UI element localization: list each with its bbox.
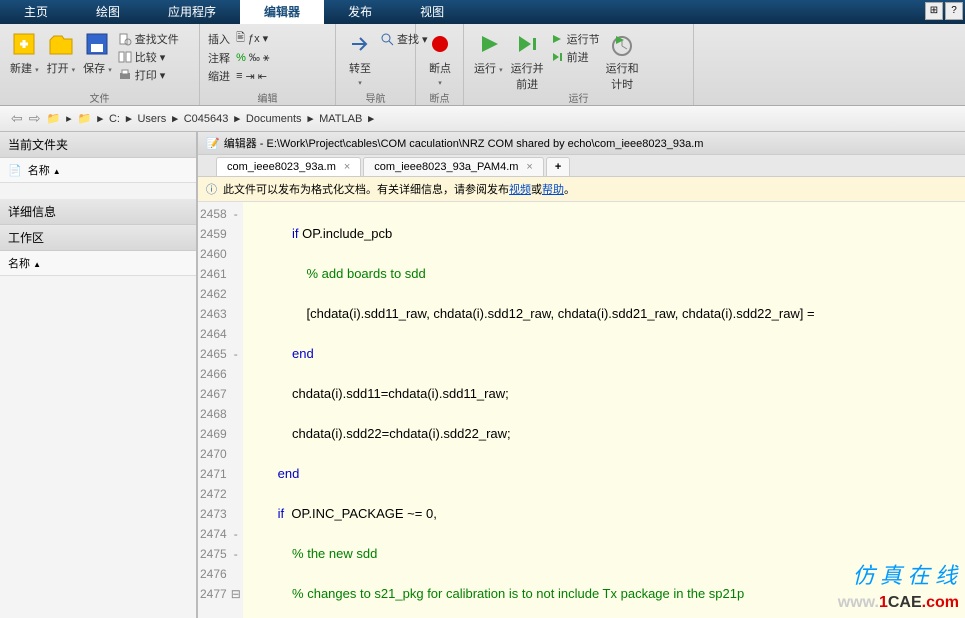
file-tab-2[interactable]: com_ieee8023_93a_PAM4.m× [363,157,544,176]
compare-button[interactable]: 比较 ▾ [116,48,181,66]
path-seg[interactable]: C: [109,113,120,125]
current-folder-title[interactable]: 当前文件夹 [0,132,196,158]
name-column[interactable]: 名称 [28,165,50,177]
breakpoints-button[interactable]: 断点 [422,28,458,90]
workspace-title[interactable]: 工作区 [0,225,196,251]
path-seg[interactable]: Users [137,113,166,125]
path-seg[interactable]: MATLAB [319,113,362,125]
menu-tab-editor[interactable]: 编辑器 [240,0,324,24]
menu-tab-plots[interactable]: 绘图 [72,0,144,24]
code-area[interactable]: 2458245924602461246224632464246524662467… [198,202,965,618]
indent-button[interactable]: 缩进 ≡⇥⇤ [206,67,329,85]
name-column-2[interactable]: 名称 [8,258,30,270]
advance-button[interactable]: 前进 [548,48,602,66]
help-icon[interactable]: ? [945,2,963,20]
layout-icon[interactable]: ⊞ [925,2,943,20]
goto-button[interactable]: 转至 [342,28,378,90]
menu-tab-view[interactable]: 视图 [396,0,468,24]
insert-button[interactable]: 插入 🖹ƒx▾ [206,28,329,49]
editor-title: 编辑器 - E:\Work\Project\cables\COM caculat… [224,135,704,151]
close-icon[interactable]: × [344,161,350,173]
group-label-file: 文件 [0,90,199,105]
folder-icon[interactable]: 📁 [78,112,92,125]
source-code[interactable]: if OP.include_pcb % add boards to sdd [c… [243,202,846,618]
address-bar: ⇦ ⇨ 📁 ▸ 📁 ▸C: ▸Users ▸C045643 ▸Documents… [0,106,965,132]
close-icon[interactable]: × [526,161,532,173]
path-seg[interactable]: Documents [246,113,302,125]
nav-back-icon[interactable]: ⇦ [11,110,23,127]
details-title[interactable]: 详细信息 [0,199,196,225]
run-advance-button[interactable]: 运行并 前进 [507,28,548,94]
fold-gutter[interactable]: ----⊟ [229,202,243,618]
run-time-button[interactable]: 运行和 计时 [602,28,643,94]
group-label-bp: 断点 [416,90,463,105]
new-button[interactable]: 新建 [6,28,43,84]
nav-fwd-icon[interactable]: ⇨ [29,110,41,127]
info-bar: ⓘ 此文件可以发布为格式化文档。有关详细信息，请参阅发布 视频 或 帮助 。 [198,177,965,202]
ribbon: 新建 打开 保存 查找文件 比较 ▾ 打印 ▾ 文件 插入 🖹ƒx▾ 注释 %‰… [0,24,965,106]
comment-button[interactable]: 注释 %‰⚹ [206,49,329,67]
editor-doc-icon: 📝 [206,137,220,150]
group-label-edit: 编辑 [200,90,335,105]
run-button[interactable]: 运行 [470,28,507,94]
path-seg[interactable]: C045643 [184,113,229,125]
menu-bar: 主页 绘图 应用程序 编辑器 发布 视图 [0,0,965,24]
help-link[interactable]: 帮助 [542,181,564,197]
add-tab-button[interactable]: + [546,157,570,176]
print-button[interactable]: 打印 ▾ [116,66,181,84]
line-gutter: 2458245924602461246224632464246524662467… [198,202,229,618]
video-link[interactable]: 视频 [509,181,531,197]
file-tab-1[interactable]: com_ieee8023_93a.m× [216,157,361,176]
file-tabs: com_ieee8023_93a.m× com_ieee8023_93a_PAM… [198,155,965,177]
save-button[interactable]: 保存 [79,28,116,84]
folder-up-icon[interactable]: 📁 [46,112,60,125]
run-section-button[interactable]: 运行节 [548,30,602,48]
find-files-button[interactable]: 查找文件 [116,30,181,48]
open-button[interactable]: 打开 [43,28,80,84]
side-panel: 当前文件夹 📄名称 ▲ 详细信息 工作区 名称 ▲ [0,132,198,618]
info-icon: ⓘ [206,181,217,197]
group-label-nav: 导航 [336,90,415,105]
editor-panel: 📝 编辑器 - E:\Work\Project\cables\COM cacul… [198,132,965,618]
menu-tab-home[interactable]: 主页 [0,0,72,24]
menu-tab-apps[interactable]: 应用程序 [144,0,240,24]
menu-tab-publish[interactable]: 发布 [324,0,396,24]
group-label-run: 运行 [464,90,693,105]
